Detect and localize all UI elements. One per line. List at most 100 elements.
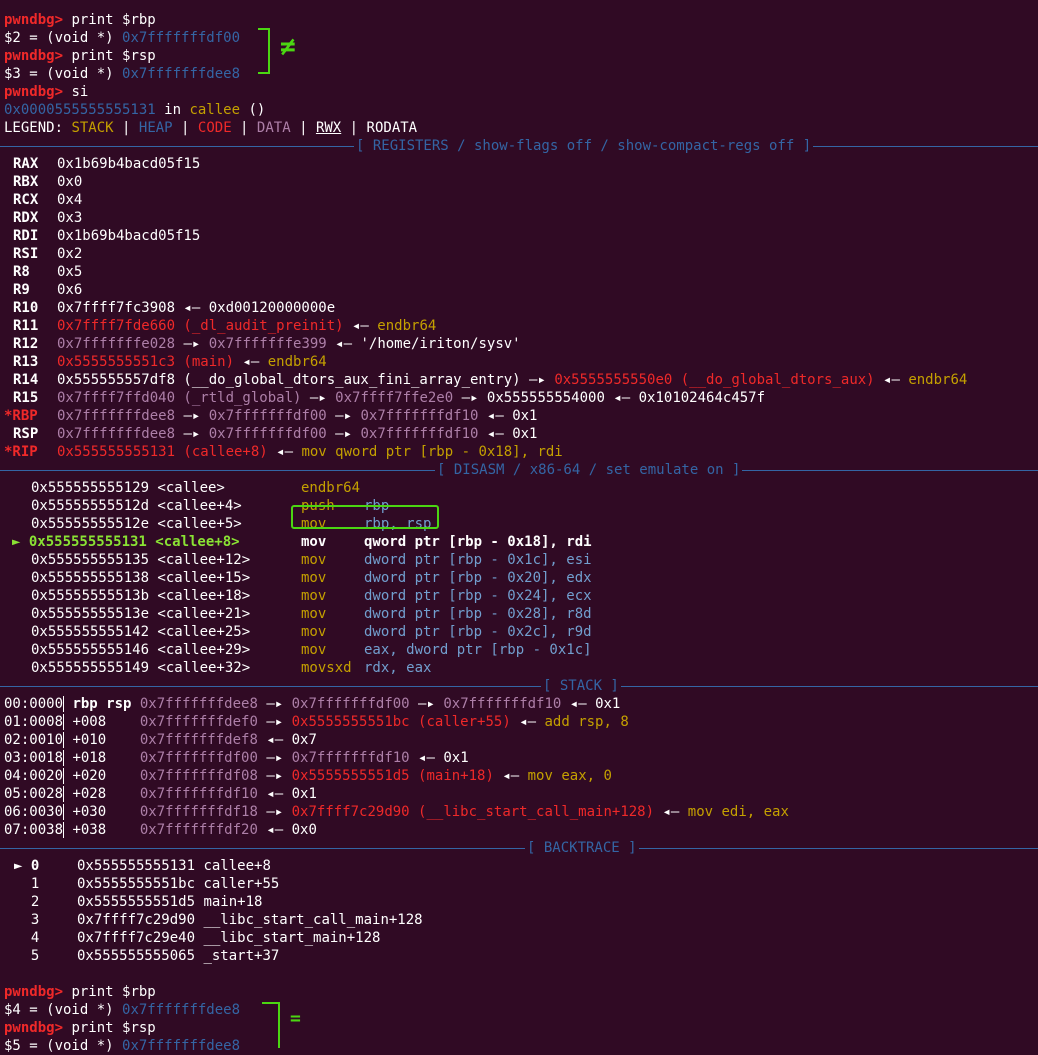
- register-value: 0x0: [57, 174, 83, 190]
- result-value: 0x7fffffffdee8: [122, 1002, 241, 1018]
- prompt-line: pwndbg> print $rsp: [0, 47, 1038, 65]
- disasm-address: 0x555555555129 <callee>: [31, 480, 225, 496]
- stack-address: 0x7fffffffdef0: [139, 714, 258, 730]
- deref-value: 0x7fffffffdf10: [360, 426, 479, 442]
- bracket-annotation: [262, 1002, 280, 1048]
- location-func: callee: [189, 102, 241, 118]
- backtrace-index: ► 0: [14, 858, 40, 874]
- stack-index: 06:0030: [4, 804, 64, 820]
- command: print $rbp: [63, 984, 156, 1000]
- register-name: R8: [13, 264, 30, 280]
- prompt: pwndbg>: [4, 1020, 64, 1036]
- register-value: 0x7fffffffe028: [57, 336, 176, 352]
- prompt-line: pwndbg> print $rbp: [0, 983, 1038, 1001]
- prompt: pwndbg>: [4, 984, 64, 1000]
- register-row: R15 0x7ffff7ffd040 (_rtld_global) —▸ 0x7f…: [0, 389, 1038, 407]
- disasm-operands: dword ptr [rbp - 0x1c], esi: [364, 552, 592, 568]
- register-value: 0x555555555131 (callee+8): [57, 444, 268, 460]
- stack-index: 07:0038: [4, 822, 64, 838]
- disasm-row: 0x55555555512d <callee+4> push rbp: [0, 497, 1038, 515]
- disasm-row-current: ► 0x555555555131 <callee+8> mov qword ptr …: [0, 533, 1038, 551]
- location-addr: 0x0000555555555131: [4, 102, 156, 118]
- register-name: RDI: [13, 228, 39, 244]
- register-name: R9: [13, 282, 30, 298]
- disasm-row: 0x55555555512e <callee+5> mov rbp, rsp: [0, 515, 1038, 533]
- deref-rest: —▸ 0x555555554000 ◂— 0x10102464c457f: [453, 390, 766, 406]
- register-value: 0x555555557df8 (__do_global_dtors_aux_fi…: [57, 372, 521, 388]
- stack-rest: ◂— 0x0: [257, 822, 317, 838]
- register-value: 0x6: [57, 282, 83, 298]
- pointer-arrow: —▸: [257, 804, 292, 820]
- register-value: 0x7ffff7ffd040 (_rtld_global): [57, 390, 302, 406]
- disasm-mnemonic: mov: [301, 624, 327, 640]
- pointer-arrow: —▸: [520, 372, 555, 388]
- stack-rest: ◂— 0x1: [257, 786, 317, 802]
- deref-instruction: endbr64: [908, 372, 968, 388]
- location-line: 0x0000555555555131 in callee (): [0, 101, 1038, 119]
- disasm-operands: qword ptr [rbp - 0x18], rdi: [364, 534, 592, 550]
- register-row: RCX 0x4: [0, 191, 1038, 209]
- disasm-row: 0x555555555129 <callee> endbr64: [0, 479, 1038, 497]
- stack-instruction: mov eax, 0: [527, 768, 612, 784]
- disasm-address: 0x55555555513e <callee+21>: [31, 606, 251, 622]
- register-row: RAX 0x1b69b4bacd05f15: [0, 155, 1038, 173]
- result-value: 0x7fffffffdee8: [122, 1038, 241, 1054]
- legend-sep: |: [341, 120, 367, 136]
- disasm-row: 0x555555555149 <callee+32> movsxd rdx, eax: [0, 659, 1038, 677]
- backtrace-address: 0x555555555065: [77, 948, 196, 964]
- legend-label: LEGEND:: [4, 120, 72, 136]
- prompt-line: pwndbg> print $rsp: [0, 1019, 1038, 1037]
- pointer-arrow: —▸: [175, 336, 209, 352]
- equal-annotation: =: [290, 1008, 301, 1029]
- backtrace-header-text: [ BACKTRACE ]: [525, 839, 639, 857]
- stack-row: 03:0018 +018 0x7fffffffdf00 —▸ 0x7ffffff…: [0, 749, 1038, 767]
- legend-sep: |: [113, 120, 139, 136]
- register-name: R14: [13, 372, 39, 388]
- backtrace-header: [ BACKTRACE ]: [0, 839, 1038, 857]
- disasm-address: ► 0x555555555131 <callee+8>: [12, 534, 240, 550]
- stack-deref: 0x7ffff7c29d90 (__libc_start_call_main+1…: [291, 804, 655, 820]
- stack-index: 02:0010: [4, 732, 64, 748]
- register-row: RBX 0x0: [0, 173, 1038, 191]
- location-in: in: [155, 102, 190, 118]
- result-label: $2 = (void *): [4, 30, 123, 46]
- deref-instruction: mov qword ptr [rbp - 0x18], rdi: [301, 444, 563, 460]
- stack-index: 05:0028: [4, 786, 64, 802]
- backtrace-address: 0x7ffff7c29e40: [77, 930, 196, 946]
- register-name: R15: [13, 390, 39, 406]
- backtrace-index: 3: [14, 912, 40, 928]
- stack-address: 0x7fffffffdef8: [139, 732, 258, 748]
- register-name: R13: [13, 354, 39, 370]
- deref-instruction: endbr64: [267, 354, 327, 370]
- backtrace-address: 0x555555555131: [77, 858, 196, 874]
- pointer-arrow: —▸: [326, 426, 361, 442]
- register-name: RAX: [13, 156, 39, 172]
- backtrace-index: 4: [14, 930, 40, 946]
- register-name: R10: [13, 300, 39, 316]
- command: print $rbp: [63, 12, 156, 28]
- register-value: 0x7fffffffdee8: [57, 426, 176, 442]
- command: print $rsp: [63, 48, 156, 64]
- deref-value: 0x7fffffffdf00: [208, 426, 327, 442]
- result-value: 0x7fffffffdee8: [122, 66, 241, 82]
- stack-rest: ◂—: [654, 804, 688, 820]
- registers-header-text: [ REGISTERS / show-flags off / show-comp…: [354, 137, 814, 155]
- legend-line: LEGEND: STACK | HEAP | CODE | DATA | RWX…: [0, 119, 1038, 137]
- disasm-operands: dword ptr [rbp - 0x24], ecx: [364, 588, 592, 604]
- backtrace-row: 5 0x555555555065 _start+37: [0, 947, 1038, 965]
- stack-address: 0x7fffffffdf08: [139, 768, 258, 784]
- terminal[interactable]: pwndbg> print $rbp $2 = (void *) 0x7ffff…: [0, 0, 1038, 1055]
- backtrace-symbol: __libc_start_call_main+128: [195, 912, 423, 928]
- legend-rwx: RWX: [315, 120, 342, 136]
- stack-address: 0x7fffffffdf20: [139, 822, 258, 838]
- register-row: RDX 0x3: [0, 209, 1038, 227]
- stack-rest: ◂— 0x1: [561, 696, 621, 712]
- disasm-row: 0x555555555142 <callee+25> mov dword ptr […: [0, 623, 1038, 641]
- register-row: R12 0x7fffffffe028 —▸ 0x7fffffffe399 ◂— '…: [0, 335, 1038, 353]
- prompt-line: pwndbg> si: [0, 83, 1038, 101]
- stack-index: 04:0020: [4, 768, 64, 784]
- stack-offset: +030: [63, 804, 140, 820]
- legend-data: DATA: [256, 120, 291, 136]
- result-line: $5 = (void *) 0x7fffffffdee8: [0, 1037, 1038, 1055]
- stack-row: 00:0000 rbp rsp 0x7fffffffdee8 —▸ 0x7fff…: [0, 695, 1038, 713]
